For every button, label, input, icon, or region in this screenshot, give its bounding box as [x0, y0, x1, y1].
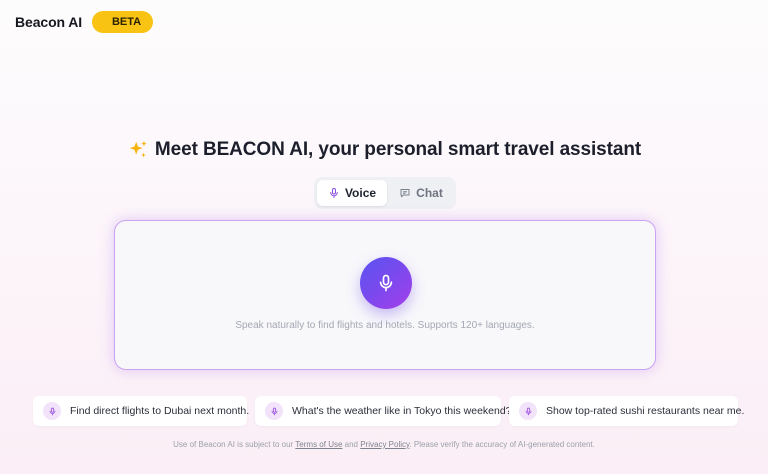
- suggestion-icon-wrap: [265, 402, 283, 420]
- suggestion-chip[interactable]: What's the weather like in Tokyo this we…: [255, 396, 512, 426]
- headline-text: Meet BEACON AI, your personal smart trav…: [154, 139, 642, 160]
- terms-of-use-link[interactable]: Terms of Use: [295, 440, 342, 449]
- microphone-icon: [330, 188, 338, 198]
- footer-suffix: . Please verify the accuracy of AI-gener…: [409, 440, 595, 449]
- microphone-icon: [271, 407, 277, 415]
- page-title: Meet BEACON AI, your personal smart trav…: [0, 139, 768, 161]
- tab-voice[interactable]: Voice: [317, 180, 387, 206]
- suggestion-icon-wrap: [43, 402, 61, 420]
- microphone-icon: [525, 407, 531, 415]
- tab-chat-label: Chat: [416, 186, 443, 200]
- record-voice-button[interactable]: [360, 257, 412, 309]
- microphone-icon: [49, 407, 55, 415]
- suggestion-text: Find direct flights to Dubai next month.: [70, 405, 250, 417]
- suggestion-chip[interactable]: Find direct flights to Dubai next month.: [33, 396, 250, 426]
- footer-prefix: Use of Beacon AI is subject to our: [173, 440, 296, 449]
- suggestion-icon-wrap: [519, 402, 537, 420]
- tab-chat[interactable]: Chat: [389, 180, 453, 206]
- suggestion-chip[interactable]: Show top-rated sushi restaurants near me…: [509, 396, 744, 426]
- brand-header: Beacon AI BETA: [15, 11, 154, 33]
- footer-and: and: [342, 440, 361, 449]
- beta-badge: BETA: [92, 11, 154, 33]
- brand-name: Beacon AI: [15, 14, 83, 30]
- voice-hint-text: Speak naturally to find flights and hote…: [235, 320, 535, 331]
- voice-input-panel: Speak naturally to find flights and hote…: [114, 220, 656, 370]
- suggestion-text: Show top-rated sushi restaurants near me…: [546, 405, 745, 417]
- mode-tabs: Voice Chat: [314, 177, 456, 209]
- sparkles-icon: [129, 140, 147, 158]
- tab-voice-label: Voice: [344, 186, 377, 200]
- legal-footer: Use of Beacon AI is subject to our Terms…: [0, 440, 768, 449]
- privacy-policy-link[interactable]: Privacy Policy: [360, 440, 409, 449]
- microphone-icon: [379, 274, 393, 292]
- suggestion-text: What's the weather like in Tokyo this we…: [292, 405, 512, 417]
- chat-bubble-icon: [400, 189, 410, 198]
